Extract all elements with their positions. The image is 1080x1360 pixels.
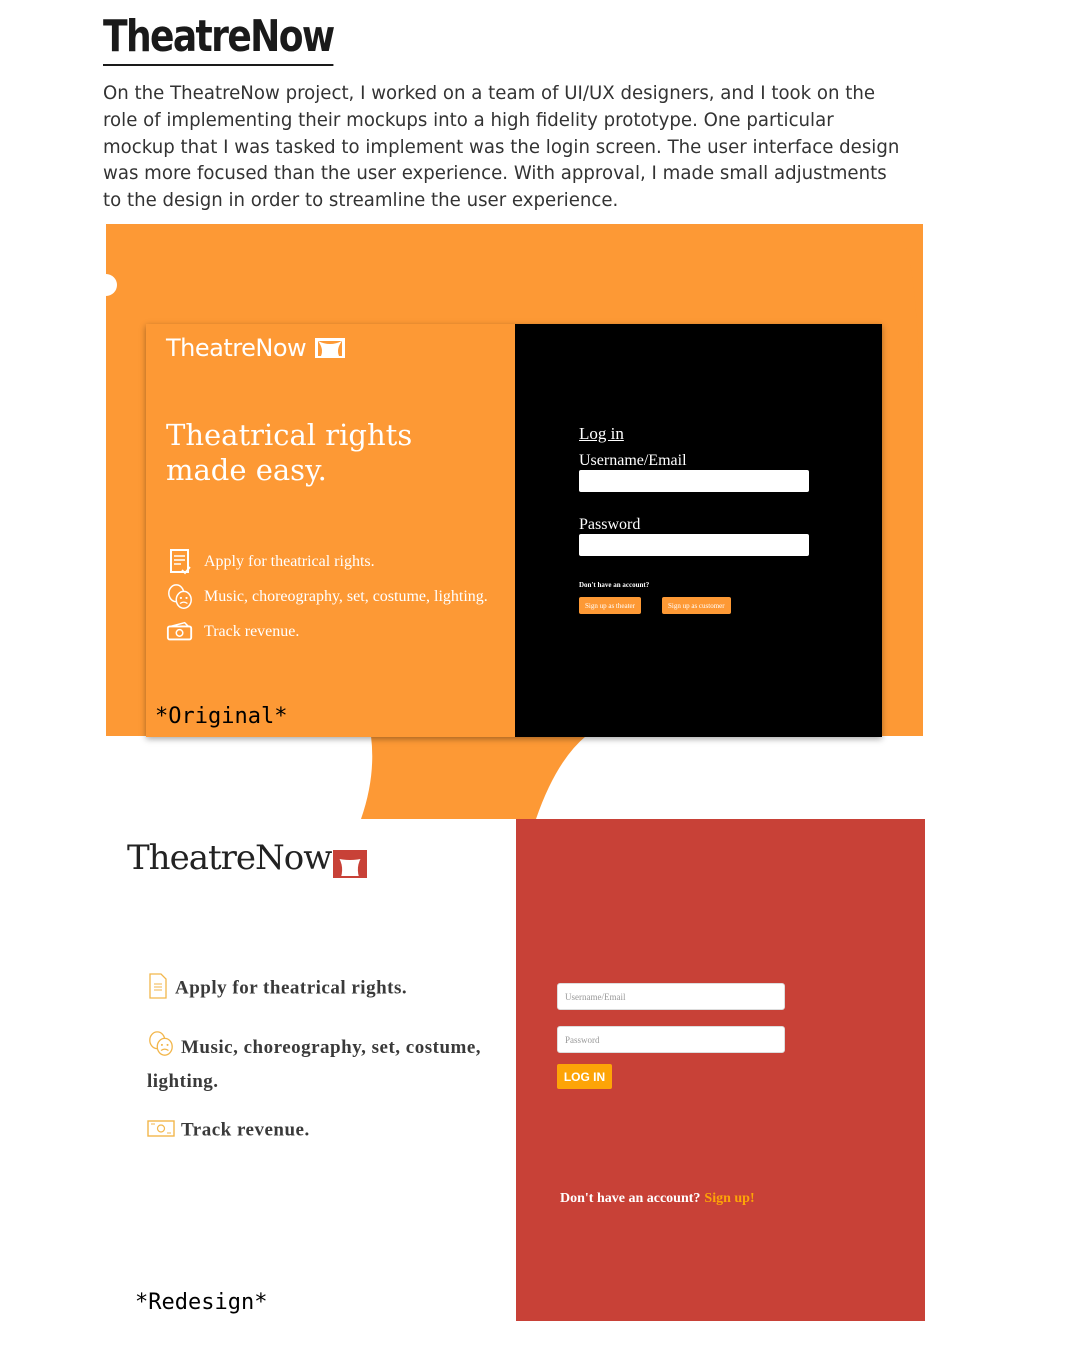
- original-password-label: Password: [579, 516, 641, 533]
- original-feature-item: Track revenue.: [166, 618, 299, 646]
- original-left-panel: TheatreNow Theatrical rights made easy. …: [146, 324, 515, 737]
- redesign-password-input[interactable]: [557, 1026, 785, 1053]
- redesign-logo: TheatreNow: [127, 838, 368, 878]
- theatre-masks-icon: [147, 1030, 175, 1067]
- redesign-logo-text: TheatreNow: [127, 838, 332, 878]
- theatre-masks-icon: [166, 583, 194, 611]
- original-login-title: Log in: [579, 424, 624, 443]
- original-caption: *Original*: [155, 704, 288, 729]
- intro-paragraph: On the TheatreNow project, I worked on a…: [103, 82, 900, 212]
- original-headline: Theatrical rights made easy.: [166, 418, 413, 487]
- original-username-input[interactable]: [579, 470, 809, 492]
- document-icon: [147, 973, 169, 1005]
- signup-theater-button[interactable]: Sign up as theater: [579, 597, 641, 614]
- no-account-row: Don't have an account? Sign up!: [560, 1191, 755, 1207]
- page-title: TheatreNow: [103, 12, 335, 66]
- original-login-card: TheatreNow Theatrical rights made easy. …: [146, 324, 882, 737]
- original-password-input[interactable]: [579, 534, 809, 556]
- signup-customer-button[interactable]: Sign up as customer: [662, 597, 731, 614]
- redesign-login-panel: LOG IN Don't have an account?Sign up!: [516, 819, 925, 1321]
- redesign-feature-item: Track revenue.: [147, 1118, 310, 1144]
- original-logo: TheatreNow: [166, 334, 346, 362]
- redesign-feature-item: Apply for theatrical rights.: [147, 973, 407, 1005]
- redesign-caption: *Redesign*: [135, 1290, 268, 1315]
- redesign-username-input[interactable]: [557, 983, 785, 1010]
- original-username-label: Username/Email: [579, 452, 687, 469]
- original-feature-item: Apply for theatrical rights.: [166, 548, 375, 576]
- document-check-icon: [166, 548, 194, 576]
- original-feature-item: Music, choreography, set, costume, light…: [166, 583, 488, 611]
- stage-curtain-icon: [333, 850, 368, 878]
- stage-icon: [315, 338, 346, 358]
- login-button[interactable]: LOG IN: [557, 1064, 612, 1089]
- original-logo-text: TheatreNow: [166, 334, 307, 362]
- money-icon: [147, 1118, 175, 1144]
- original-right-panel: Log in Username/Email Password Don't hav…: [515, 324, 882, 737]
- money-icon: [166, 618, 194, 646]
- redesign-feature-item: Music, choreography, set, costume, lighti…: [147, 1030, 487, 1096]
- signup-link[interactable]: Sign up!: [704, 1191, 754, 1206]
- orange-arc-shape: [361, 736, 586, 819]
- no-account-text: Don't have an account?: [560, 1191, 701, 1206]
- original-no-account-text: Don't have an account?: [579, 581, 650, 589]
